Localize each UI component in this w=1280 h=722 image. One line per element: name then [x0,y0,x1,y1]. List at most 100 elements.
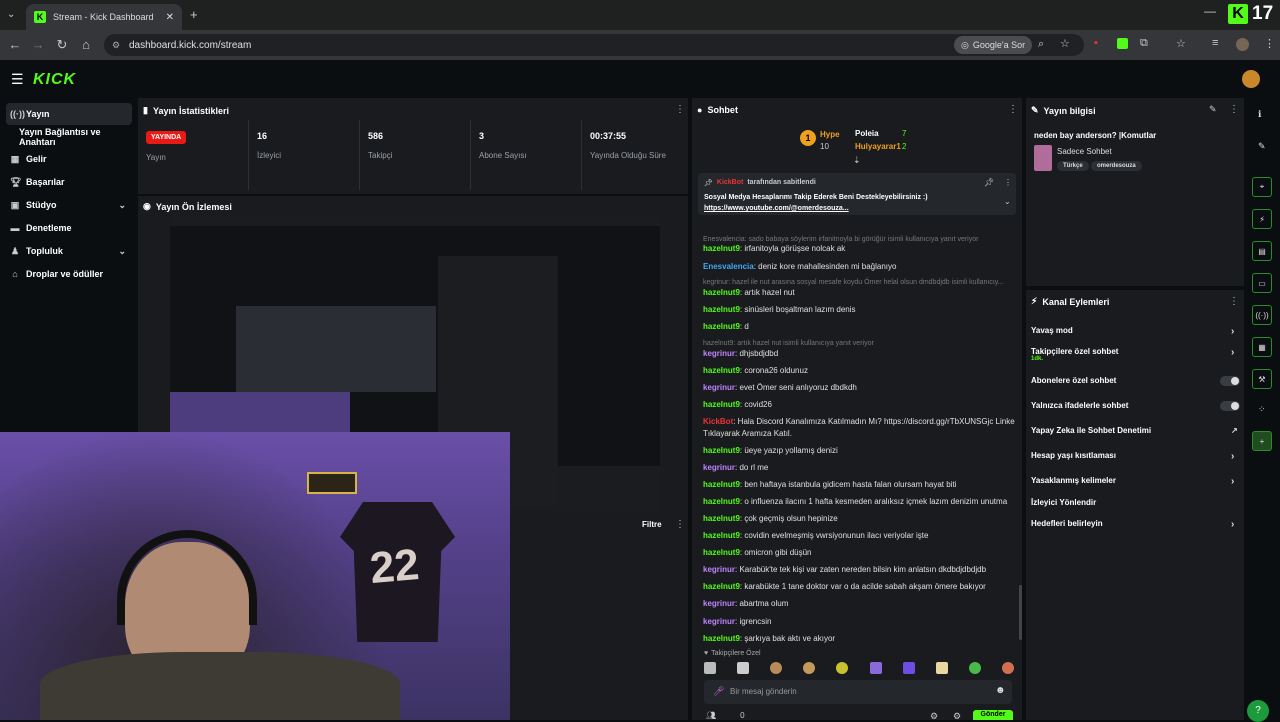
rail-info-icon[interactable]: ℹ [1258,109,1261,120]
channel-action-row[interactable]: Yalnızca ifadelerle sohbet [1031,401,1241,411]
emote-icon[interactable] [770,662,783,674]
help-button-icon[interactable]: ? [1247,700,1269,722]
emote-icon[interactable] [836,662,849,674]
sidebar-item-basarilar[interactable]: 🏆︎ Başarılar [6,171,132,193]
sidebar-item-stream-key[interactable]: Yayın Bağlantısı ve Anahtarı [6,126,132,148]
tag-chip[interactable]: Türkçe [1057,161,1089,171]
chat-username[interactable]: kegrinur [703,565,735,574]
tab-search-icon[interactable]: ⌄ [7,9,15,20]
channel-action-row[interactable]: Yapay Zeka ile Sohbet Denetimi ↗ [1031,426,1241,435]
toggle-switch[interactable] [1220,376,1240,386]
chat-username[interactable]: KickBot [703,417,733,426]
bookmark-star-icon[interactable]: ☆ [1060,37,1070,50]
chat-menu-icon[interactable]: ⋮ [1008,104,1018,115]
filter-menu-icon[interactable]: ⋮ [675,519,685,530]
chat-username[interactable]: hazelnut9 [703,322,740,331]
google-ask-button[interactable]: ◎ Google'a Sor [954,36,1033,54]
emote-icon[interactable] [935,662,948,674]
chat-username[interactable]: hazelnut9 [703,497,740,506]
sidebar-item-topluluk[interactable]: ♟ Topluluk ⌄ [6,240,132,262]
category-name[interactable]: Sadece Sohbet [1057,147,1112,156]
sidebar-item-denetleme[interactable]: ▬ Denetleme [6,217,132,239]
emote-icon[interactable] [704,662,716,674]
chat-scrollbar[interactable] [1019,585,1022,640]
chat-username[interactable]: kegrinur [703,383,735,392]
rail-document-icon[interactable]: ▤ [1252,241,1272,261]
toggle-switch[interactable] [1220,401,1240,411]
microphone-icon[interactable]: 🎤︎ [713,686,724,697]
rail-add-icon[interactable]: + [1252,431,1272,451]
pinned-menu-icon[interactable]: ⋮ [1004,178,1012,187]
pinned-link[interactable]: https://www.youtube.com/@omerdesouza... [704,205,849,212]
rail-broadcast-icon[interactable]: ((·)) [1252,305,1272,325]
chat-username[interactable]: hazelnut9 [703,480,740,489]
filter-label[interactable]: Filtre [642,520,662,529]
chat-username[interactable]: hazelnut9 [703,288,740,297]
sidebar-item-studyo[interactable]: ▣ Stüdyo ⌄ [6,194,132,216]
channel-action-row[interactable]: Yasaklanmış kelimeler › [1031,476,1241,487]
sidebar-item-droplar[interactable]: ⌂ Droplar ve ödüller [6,263,132,285]
site-info-icon[interactable]: ⚙ [112,40,120,51]
pinned-expand-icon[interactable]: ⌄ [1004,197,1011,206]
emote-icon[interactable] [803,662,816,674]
extensions-puzzle-icon[interactable]: ⧉ [1140,37,1148,50]
stats-menu-icon[interactable]: ⋮ [675,104,685,115]
chat-username[interactable]: hazelnut9 [703,548,740,557]
leader-1[interactable]: Poleia [855,129,879,138]
chat-username[interactable]: hazelnut9 [703,400,740,409]
reload-icon[interactable]: ↻ [50,37,74,53]
chat-username[interactable]: hazelnut9 [703,366,740,375]
channel-action-row[interactable]: İzleyici Yönlendir [1031,498,1241,507]
media-icon[interactable]: ≡ [1212,37,1218,49]
expand-leaderboard-icon[interactable]: ⇣ [853,155,861,166]
zoom-icon[interactable]: ⌕ [1038,38,1044,51]
users-icon[interactable]: 👥︎ [706,711,716,720]
browser-tab[interactable]: K Stream - Kick Dashboard ✕ [26,4,182,30]
chat-username[interactable]: kegrinur [703,349,735,358]
back-icon[interactable]: ← [3,37,27,52]
chat-input[interactable]: 🎤︎ Bir mesaj gönderin ☻ [704,680,1012,704]
actions-menu-icon[interactable]: ⋮ [1229,296,1239,307]
chat-username[interactable]: kegrinur [703,463,735,472]
kick-logo[interactable]: KICK [33,71,76,89]
info-menu-icon[interactable]: ⋮ [1229,104,1239,115]
rail-edit-icon[interactable]: ✎ [1258,141,1266,152]
emote-icon[interactable] [968,662,981,674]
chat-settings-icon[interactable]: ⚙ [930,711,938,722]
hamburger-menu-icon[interactable]: ☰ [11,71,24,88]
chat-username[interactable]: hazelnut9 [703,582,740,591]
unpin-icon[interactable]: 📌︎ [984,178,994,187]
leader-2[interactable]: Hulyayarar1 [855,142,901,151]
bookmarks-icon[interactable]: ☆ [1176,37,1186,50]
channel-action-row[interactable]: Hedefleri belirleyin › [1031,519,1241,530]
tag-chip[interactable]: omerdesouza [1091,161,1142,171]
rail-chat-icon[interactable]: ▭ [1252,273,1272,293]
sidebar-item-gelir[interactable]: ▦ Gelir [6,148,132,170]
extension-kick-icon[interactable] [1117,38,1128,49]
chat-gear-icon[interactable]: ⚙ [953,711,961,722]
emote-icon[interactable] [1001,662,1014,674]
sidebar-item-yayin[interactable]: ((·)) Yayın [6,103,132,125]
chat-username[interactable]: hazelnut9 [703,531,740,540]
user-avatar[interactable] [1242,70,1260,88]
chat-username[interactable]: hazelnut9 [703,305,740,314]
rail-lightning-icon[interactable]: ⚡︎ [1252,209,1272,229]
profile-avatar[interactable] [1236,38,1249,51]
chat-username[interactable]: hazelnut9 [703,446,740,455]
chat-username[interactable]: hazelnut9 [703,244,740,253]
chat-username[interactable]: kegrinur [703,599,735,608]
rail-calendar-icon[interactable]: ▦ [1252,337,1272,357]
channel-action-row[interactable]: Hesap yaşı kısıtlaması › [1031,451,1241,462]
pinned-message[interactable]: 📌︎ KickBot tarafından sabitlendi Sosyal … [698,173,1016,215]
tab-close-icon[interactable]: ✕ [166,12,174,23]
emote-icon[interactable] [902,662,915,674]
emote-icon[interactable] [737,662,750,674]
emoji-picker-icon[interactable]: ☻ [995,685,1006,696]
send-button[interactable]: Gönder [973,710,1013,720]
url-field[interactable]: ⚙ dashboard.kick.com/stream [104,34,1084,56]
edit-info-icon[interactable]: ✎ [1209,104,1217,115]
channel-action-row[interactable]: Yavaş mod › [1031,326,1241,337]
rail-users-icon[interactable]: ⁘ [1258,404,1266,415]
rail-wrench-icon[interactable]: ⚒ [1252,369,1272,389]
home-icon[interactable]: ⌂ [74,37,98,52]
